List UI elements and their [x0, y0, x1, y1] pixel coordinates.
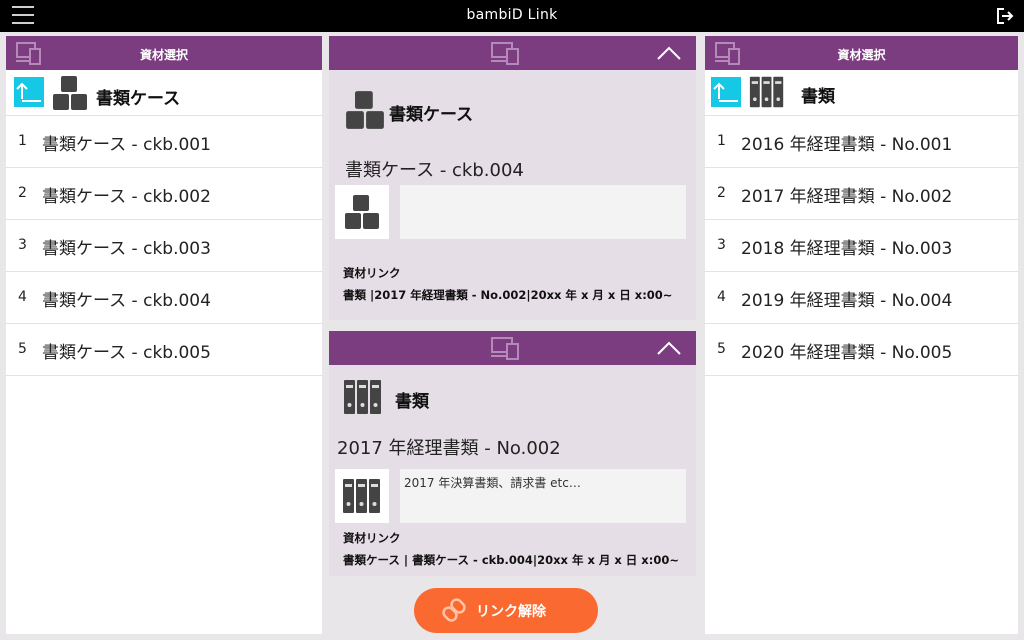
list-item-number: 2 — [18, 185, 27, 201]
logout-icon[interactable] — [996, 7, 1014, 25]
list-item[interactable]: 4 書類ケース - ckb.004 — [6, 272, 322, 324]
link-icon — [442, 598, 466, 622]
list-item-label: 書類ケース - ckb.001 — [42, 135, 211, 155]
card-thumbnail — [335, 469, 389, 523]
list-item[interactable]: 3 書類ケース - ckb.003 — [6, 220, 322, 272]
right-panel-header: 資材選択 — [705, 36, 1018, 70]
left-crumb-label: 書類ケース — [96, 89, 181, 109]
list-item-number: 5 — [18, 341, 27, 357]
card-memo: 2017 年決算書類、請求書 etc… — [400, 469, 686, 523]
app-title: bambiD Link — [466, 7, 558, 23]
card-header — [329, 36, 696, 70]
list-item-label: 2016 年経理書類 - No.001 — [741, 135, 953, 155]
card-kind-label: 書類ケース — [389, 105, 474, 125]
list-item-number: 3 — [717, 237, 726, 253]
boxes-icon — [53, 76, 87, 110]
boxes-icon — [346, 91, 384, 129]
list-item-label: 書類ケース - ckb.004 — [42, 291, 211, 311]
list-item-label: 書類ケース - ckb.005 — [42, 343, 211, 363]
binders-icon — [749, 76, 784, 108]
list-item[interactable]: 1 書類ケース - ckb.001 — [6, 116, 322, 168]
list-item-number: 1 — [717, 133, 726, 149]
device-icon — [491, 42, 519, 65]
right-material-panel: 資材選択 書類 1 2016 年経理書類 - No.001 2 2017 年経理書類… — [705, 36, 1018, 634]
list-item-label: 書類ケース - ckb.002 — [42, 187, 211, 207]
link-detail: 書類ケース | 書類ケース - ckb.004|20xx 年 x 月 x 日 x… — [343, 553, 679, 567]
list-item-number: 1 — [18, 133, 27, 149]
list-item[interactable]: 5 書類ケース - ckb.005 — [6, 324, 322, 376]
list-item[interactable]: 2 2017 年経理書類 - No.002 — [705, 168, 1018, 220]
link-section-title: 資材リンク — [343, 531, 401, 545]
selected-document-card: 書類 2017 年経理書類 - No.002 2017 年決算書類、請求書 et… — [329, 331, 696, 576]
list-item-label: 2017 年経理書類 - No.002 — [741, 187, 953, 207]
top-bar: bambiD Link — [0, 0, 1024, 32]
binders-icon — [343, 479, 380, 513]
right-panel-title: 資材選択 — [837, 48, 886, 62]
list-item-label: 2019 年経理書類 - No.004 — [741, 291, 953, 311]
left-panel-title: 資材選択 — [139, 48, 188, 62]
list-item-number: 3 — [18, 237, 27, 253]
list-item-number: 2 — [717, 185, 726, 201]
chevron-up-icon[interactable] — [656, 339, 682, 357]
link-section-title: 資材リンク — [343, 266, 401, 280]
device-icon — [491, 337, 519, 360]
left-panel-header: 資材選択 — [6, 36, 322, 70]
list-item[interactable]: 3 2018 年経理書類 - No.003 — [705, 220, 1018, 272]
right-crumb-label: 書類 — [801, 87, 835, 107]
boxes-icon — [345, 195, 379, 229]
card-item-name: 2017 年経理書類 - No.002 — [337, 438, 561, 459]
list-item-number: 4 — [18, 289, 27, 305]
card-thumbnail — [335, 185, 389, 239]
up-level-icon[interactable] — [711, 77, 741, 107]
list-item-label: 2020 年経理書類 - No.005 — [741, 343, 953, 363]
link-detail: 書類 |2017 年経理書類 - No.002|20xx 年 x 月 x 日 x… — [343, 288, 673, 302]
card-header — [329, 331, 696, 365]
unlink-button[interactable]: リンク解除 — [414, 588, 598, 633]
list-item-number: 5 — [717, 341, 726, 357]
list-item-label: 2018 年経理書類 - No.003 — [741, 239, 953, 259]
binders-icon — [344, 380, 381, 414]
unlink-button-label: リンク解除 — [476, 604, 546, 620]
right-breadcrumb: 書類 — [705, 70, 1018, 116]
card-item-name: 書類ケース - ckb.004 — [345, 160, 524, 181]
list-item[interactable]: 5 2020 年経理書類 - No.005 — [705, 324, 1018, 376]
card-memo — [400, 185, 686, 239]
selected-case-card: 書類ケース 書類ケース - ckb.004 資材リンク 書類 |2017 年経理… — [329, 36, 696, 320]
chevron-up-icon[interactable] — [656, 44, 682, 62]
left-breadcrumb: 書類ケース — [6, 70, 322, 116]
list-item-label: 書類ケース - ckb.003 — [42, 239, 211, 259]
up-level-icon[interactable] — [14, 77, 44, 107]
card-kind-label: 書類 — [395, 392, 429, 412]
list-item-number: 4 — [717, 289, 726, 305]
list-item[interactable]: 1 2016 年経理書類 - No.001 — [705, 116, 1018, 168]
left-material-panel: 資材選択 書類ケース 1 書類ケース - ckb.001 2 書類ケース - ckb… — [6, 36, 322, 634]
list-item[interactable]: 2 書類ケース - ckb.002 — [6, 168, 322, 220]
list-item[interactable]: 4 2019 年経理書類 - No.004 — [705, 272, 1018, 324]
